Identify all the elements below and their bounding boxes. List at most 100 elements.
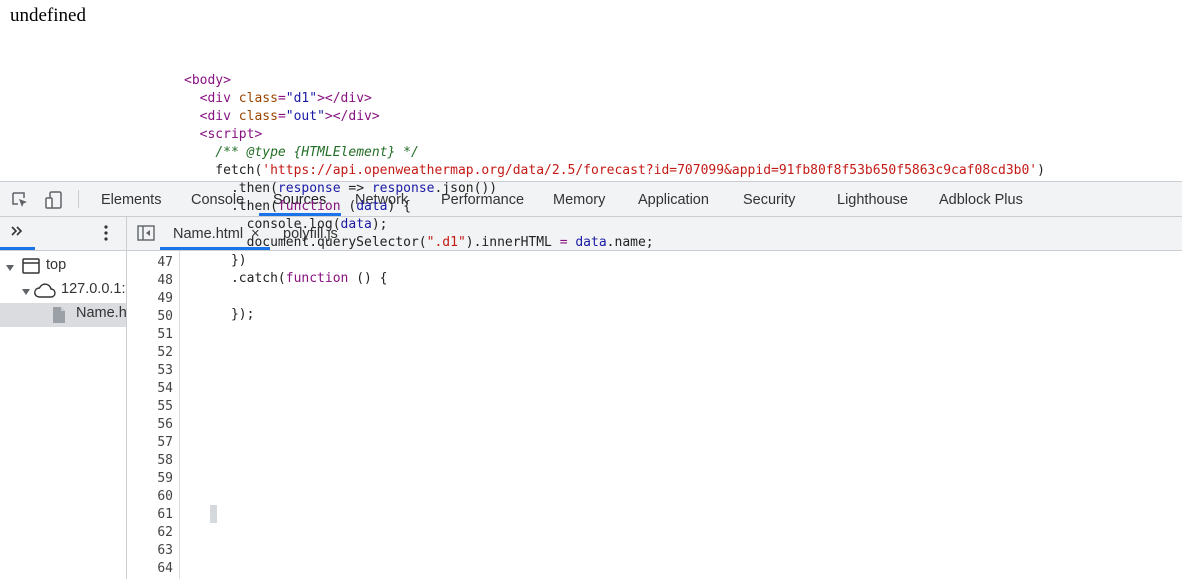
code-line: document.querySelector(".d1").innerHTML … <box>184 234 654 252</box>
tab-memory[interactable]: Memory <box>553 182 605 216</box>
code-token: = <box>559 235 568 250</box>
code-token: ) { <box>387 199 411 214</box>
code-line: }) <box>184 252 247 270</box>
line-number[interactable]: 47 <box>133 254 173 272</box>
code-token: fetch( <box>184 163 263 178</box>
window-frame-icon <box>22 258 40 278</box>
line-number[interactable]: 56 <box>133 416 173 434</box>
code-token: 'https://api.openweathermap.org/data/2.5… <box>262 163 1038 178</box>
tab-adblock-plus[interactable]: Adblock Plus <box>939 182 1023 216</box>
code-token: class <box>238 91 278 106</box>
code-token: .json()) <box>434 181 498 196</box>
line-number[interactable]: 54 <box>133 380 173 398</box>
tree-item-top[interactable]: top <box>0 255 126 279</box>
devtools-tabbar: Elements Console Sources Network Perform… <box>0 182 1182 217</box>
line-number[interactable]: 63 <box>133 542 173 560</box>
code-line: .catch(function () { <box>184 270 388 288</box>
line-number[interactable]: 64 <box>133 560 173 578</box>
code-token: <script> <box>199 127 263 142</box>
line-number[interactable]: 59 <box>133 470 173 488</box>
code-token: ) <box>1037 163 1045 178</box>
tab-application[interactable]: Application <box>638 182 709 216</box>
code-line: <div class="d1"></div> <box>184 90 372 108</box>
more-tabs-chevron-icon[interactable] <box>9 223 25 243</box>
tree-item-host[interactable]: 127.0.0.1:5 <box>0 279 126 303</box>
code-token: class <box>238 109 278 124</box>
tab-lighthouse[interactable]: Lighthouse <box>837 182 908 216</box>
code-line: }); <box>184 306 255 324</box>
code-token: /** @type {HTMLElement} */ <box>215 145 419 160</box>
line-number[interactable]: 55 <box>133 398 173 416</box>
navigator-header <box>0 217 126 251</box>
toggle-navigator-icon[interactable] <box>137 225 155 245</box>
line-number[interactable]: 48 <box>133 272 173 290</box>
code-line: .then(function (data) { <box>184 198 411 216</box>
sources-navigator: top 127.0.0.1:5 Name.html <box>0 217 127 579</box>
code-token: console.log( <box>184 217 341 232</box>
page-output-text: undefined <box>10 5 86 26</box>
tree-item-label: Name.html <box>76 305 126 321</box>
code-token: = <box>277 91 286 106</box>
line-number[interactable]: 50 <box>133 308 173 326</box>
code-token: ></div> <box>324 109 380 124</box>
expand-arrow-icon[interactable] <box>5 261 15 277</box>
inspect-element-icon[interactable] <box>10 190 30 210</box>
line-number[interactable]: 61 <box>133 506 173 524</box>
line-number[interactable]: 51 <box>133 326 173 344</box>
code-line: <body> <box>184 72 231 90</box>
code-line: fetch('https://api.openweathermap.org/da… <box>184 162 1045 180</box>
code-token: }); <box>184 307 255 322</box>
code-token: .name; <box>606 235 654 250</box>
line-number[interactable]: 58 <box>133 452 173 470</box>
code-token: document.querySelector( <box>184 235 427 250</box>
tab-elements[interactable]: Elements <box>101 182 161 216</box>
code-token: function <box>277 199 341 214</box>
line-number[interactable]: 60 <box>133 488 173 506</box>
code-token: <div <box>199 109 239 124</box>
code-token: data <box>356 199 388 214</box>
line-number[interactable]: 52 <box>133 344 173 362</box>
navigator-active-indicator <box>0 247 35 250</box>
code-token: response <box>277 181 341 196</box>
line-number[interactable]: 49 <box>133 290 173 308</box>
code-token: () { <box>348 271 388 286</box>
expand-arrow-icon[interactable] <box>21 285 31 301</box>
code-token: ); <box>371 217 388 232</box>
code-token: .catch( <box>184 271 286 286</box>
code-token: data <box>575 235 607 250</box>
line-number[interactable]: 57 <box>133 434 173 452</box>
code-token: .then( <box>184 181 278 196</box>
code-token: .then( <box>184 199 278 214</box>
code-token: ).innerHTML <box>465 235 560 250</box>
code-token: => <box>340 181 372 196</box>
device-toolbar-icon[interactable] <box>44 190 64 210</box>
tree-item-label: top <box>46 257 67 273</box>
tree-item-label: 127.0.0.1:5 <box>61 281 126 297</box>
line-number[interactable]: 53 <box>133 362 173 380</box>
code-token: function <box>285 271 349 286</box>
file-icon <box>52 306 66 327</box>
code-line: <script> <box>184 126 263 144</box>
code-token: data <box>340 217 372 232</box>
cloud-icon <box>33 283 57 303</box>
code-token: <div <box>199 91 239 106</box>
code-token: <body> <box>184 73 231 88</box>
code-token: ( <box>340 199 357 214</box>
tree-item-file[interactable]: Name.html <box>0 303 126 327</box>
code-token: ".d1" <box>426 235 466 250</box>
code-line: console.log(data); <box>184 216 388 234</box>
code-token: response <box>371 181 435 196</box>
line-number[interactable]: 62 <box>133 524 173 542</box>
code-token: }) <box>184 253 247 268</box>
text-cursor <box>210 505 217 523</box>
code-line: <div class="out"></div> <box>184 108 380 126</box>
navigator-menu-icon[interactable] <box>99 224 113 246</box>
code-line: .then(response => response.json()) <box>184 180 497 198</box>
tab-security[interactable]: Security <box>743 182 795 216</box>
code-token: ></div> <box>317 91 372 106</box>
code-token: "d1" <box>285 91 318 106</box>
